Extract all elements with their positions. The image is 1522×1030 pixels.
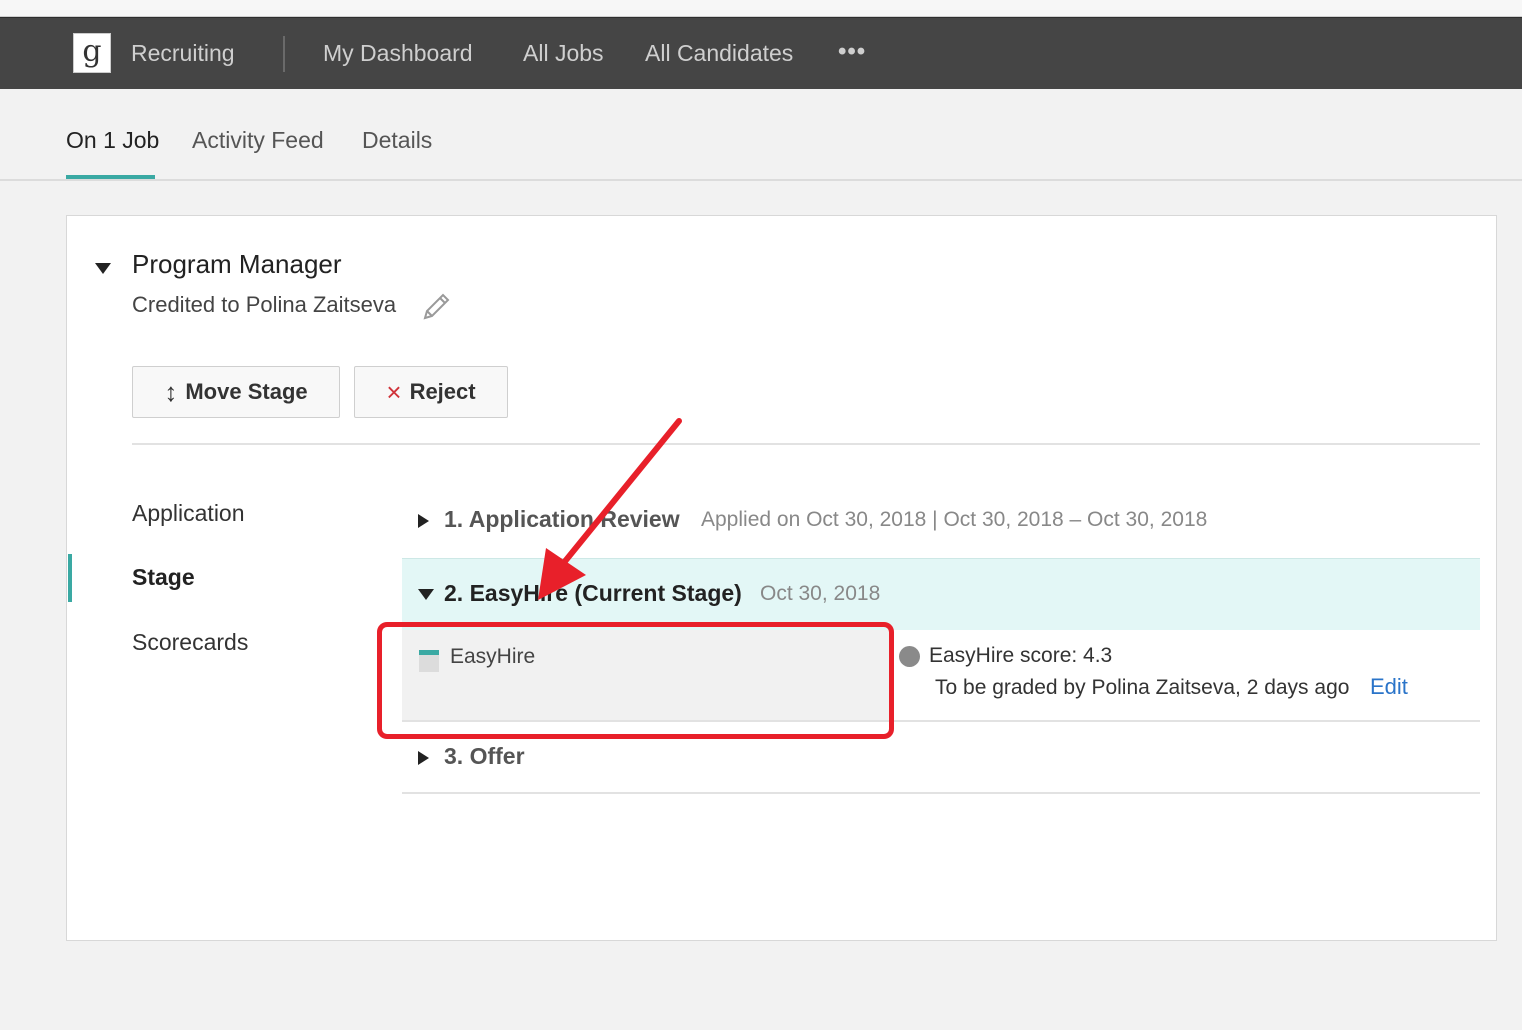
- more-menu-icon[interactable]: •••: [838, 38, 866, 66]
- nav-recruiting[interactable]: Recruiting: [131, 40, 235, 67]
- tab-activity-feed[interactable]: Activity Feed: [192, 127, 324, 154]
- edit-credit-pencil-icon[interactable]: [419, 290, 453, 324]
- nav-all-jobs[interactable]: All Jobs: [523, 40, 604, 67]
- stage-row-easyhire[interactable]: 2. EasyHire (Current Stage) Oct 30, 2018: [402, 580, 1480, 620]
- move-stage-label: Move Stage: [185, 379, 308, 404]
- reject-button[interactable]: × Reject: [354, 366, 508, 418]
- annotation-highlight-box: [377, 622, 894, 739]
- tab-on-1-job[interactable]: On 1 Job: [66, 127, 159, 154]
- score-status-dot: [899, 646, 920, 667]
- section-divider: [132, 443, 1480, 445]
- stage-row-application-review[interactable]: 1. Application Review Applied on Oct 30,…: [402, 506, 1480, 546]
- nav-all-candidates[interactable]: All Candidates: [645, 40, 793, 67]
- expand-icon: [418, 751, 429, 765]
- sidebar-item-scorecards[interactable]: Scorecards: [132, 629, 248, 656]
- sidebar-item-stage[interactable]: Stage: [132, 564, 195, 591]
- close-icon: ×: [386, 377, 402, 407]
- stage-dates: Applied on Oct 30, 2018 | Oct 30, 2018 –…: [701, 508, 1208, 531]
- collapse-job-icon[interactable]: [95, 263, 111, 274]
- browser-top-strip: [0, 0, 1522, 17]
- row-divider: [402, 792, 1480, 794]
- nav-my-dashboard[interactable]: My Dashboard: [323, 40, 473, 67]
- greenhouse-logo[interactable]: g: [73, 33, 111, 73]
- nav-separator: [283, 36, 285, 72]
- edit-scorecard-link[interactable]: Edit: [1370, 674, 1408, 700]
- tab-details[interactable]: Details: [362, 127, 432, 154]
- credited-to: Credited to Polina Zaitseva: [132, 292, 397, 317]
- move-stage-button[interactable]: ↕ Move Stage: [132, 366, 340, 418]
- sidebar-active-indicator: [68, 554, 72, 602]
- move-arrows-icon: ↕: [164, 376, 178, 407]
- easyhire-score: EasyHire score: 4.3: [929, 644, 1113, 667]
- collapse-icon: [418, 589, 434, 600]
- active-tab-indicator: [66, 175, 155, 179]
- stage-label: 1. Application Review: [444, 506, 680, 532]
- stage-row-offer[interactable]: 3. Offer: [402, 743, 1480, 783]
- sidebar-item-application[interactable]: Application: [132, 500, 245, 527]
- graded-by: To be graded by Polina Zaitseva, 2 days …: [935, 676, 1350, 699]
- stage-label: 2. EasyHire (Current Stage): [444, 580, 742, 606]
- stage-label: 3. Offer: [444, 743, 525, 769]
- candidate-tabs: On 1 Job Activity Feed Details: [0, 89, 1522, 181]
- reject-label: Reject: [409, 379, 476, 404]
- top-navbar: g Recruiting My Dashboard All Jobs All C…: [0, 17, 1522, 89]
- job-title[interactable]: Program Manager: [132, 249, 342, 280]
- stage-date: Oct 30, 2018: [760, 582, 881, 605]
- job-card: Program Manager Credited to Polina Zaits…: [66, 215, 1497, 941]
- expand-icon: [418, 514, 429, 528]
